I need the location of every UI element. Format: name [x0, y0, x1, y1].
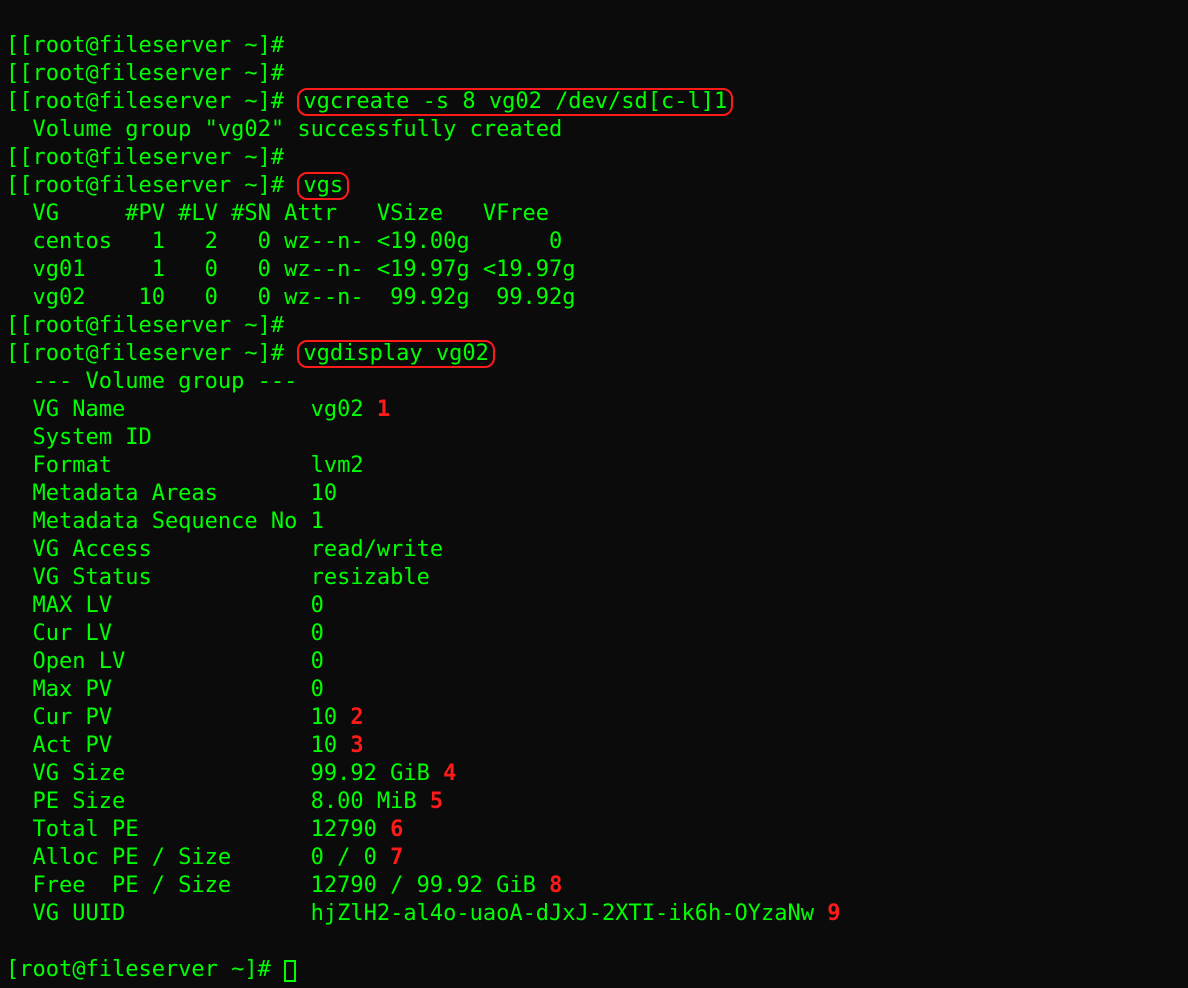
vgdisplay-row: System ID: [6, 425, 311, 450]
vgs-row: vg01 1 0 0 wz--n- <19.97g <19.97g: [6, 257, 576, 282]
cursor-icon[interactable]: [284, 960, 296, 982]
prompt: [[root@fileserver ~]#: [6, 89, 284, 114]
annotation-1: 1: [377, 397, 390, 422]
vgs-row: centos 1 2 0 wz--n- <19.00g 0: [6, 229, 562, 254]
annotation-8: 8: [549, 873, 562, 898]
vgdisplay-row: PE Size 8.00 MiB 5: [6, 789, 443, 814]
vgs-command-highlight: vgs: [297, 172, 349, 200]
prompt: [[root@fileserver ~]#: [6, 61, 284, 86]
vgdisplay-row: MAX LV 0: [6, 593, 324, 618]
cmd-vgdisplay: vgdisplay vg02: [303, 341, 488, 366]
vgs-row: vg02 10 0 0 wz--n- 99.92g 99.92g: [6, 285, 576, 310]
vgdisplay-row: Alloc PE / Size 0 / 0 7: [6, 845, 403, 870]
vgdisplay-row: Total PE 12790 6: [6, 817, 403, 842]
cmd-vgs: vgs: [303, 173, 343, 198]
vgdisplay-row: Open LV 0: [6, 649, 324, 674]
vgdisplay-row: Metadata Areas 10: [6, 481, 337, 506]
vgdisplay-header: --- Volume group ---: [6, 369, 297, 394]
prompt: [[root@fileserver ~]#: [6, 341, 284, 366]
vgdisplay-row: Format lvm2: [6, 453, 364, 478]
vgs-header: VG #PV #LV #SN Attr VSize VFree: [6, 201, 549, 226]
vgdisplay-row: VG UUID hjZlH2-al4o-uaoA-dJxJ-2XTI-ik6h-…: [6, 901, 840, 926]
vgcreate-output: Volume group "vg02" successfully created: [6, 117, 562, 142]
prompt: [[root@fileserver ~]#: [6, 33, 284, 58]
prompt: [[root@fileserver ~]#: [6, 313, 284, 338]
vgdisplay-row: Free PE / Size 12790 / 99.92 GiB 8: [6, 873, 562, 898]
vgdisplay-row: VG Size 99.92 GiB 4: [6, 761, 456, 786]
vgdisplay-row: VG Name vg02 1: [6, 397, 390, 422]
annotation-9: 9: [827, 901, 840, 926]
annotation-5: 5: [430, 789, 443, 814]
vgdisplay-row: Act PV 10 3: [6, 733, 364, 758]
cmd-vgcreate: vgcreate -s 8 vg02 /dev/sd[c-l]1: [303, 89, 727, 114]
vgdisplay-command-highlight: vgdisplay vg02: [297, 340, 494, 368]
annotation-7: 7: [390, 845, 403, 870]
annotation-6: 6: [390, 817, 403, 842]
vgdisplay-row: Cur LV 0: [6, 621, 324, 646]
prompt[interactable]: [root@fileserver ~]#: [6, 957, 271, 982]
vgdisplay-row: VG Status resizable: [6, 565, 430, 590]
annotation-3: 3: [350, 733, 363, 758]
vgcreate-command-highlight: vgcreate -s 8 vg02 /dev/sd[c-l]1: [297, 88, 733, 116]
prompt: [[root@fileserver ~]#: [6, 145, 284, 170]
vgdisplay-row: Cur PV 10 2: [6, 705, 364, 730]
annotation-4: 4: [443, 761, 456, 786]
annotation-2: 2: [350, 705, 363, 730]
prompt: [[root@fileserver ~]#: [6, 173, 284, 198]
vgdisplay-row: Metadata Sequence No 1: [6, 509, 324, 534]
vgdisplay-row: Max PV 0: [6, 677, 324, 702]
terminal-output: [[root@fileserver ~]# [[root@fileserver …: [0, 0, 1188, 988]
vgdisplay-row: VG Access read/write: [6, 537, 443, 562]
